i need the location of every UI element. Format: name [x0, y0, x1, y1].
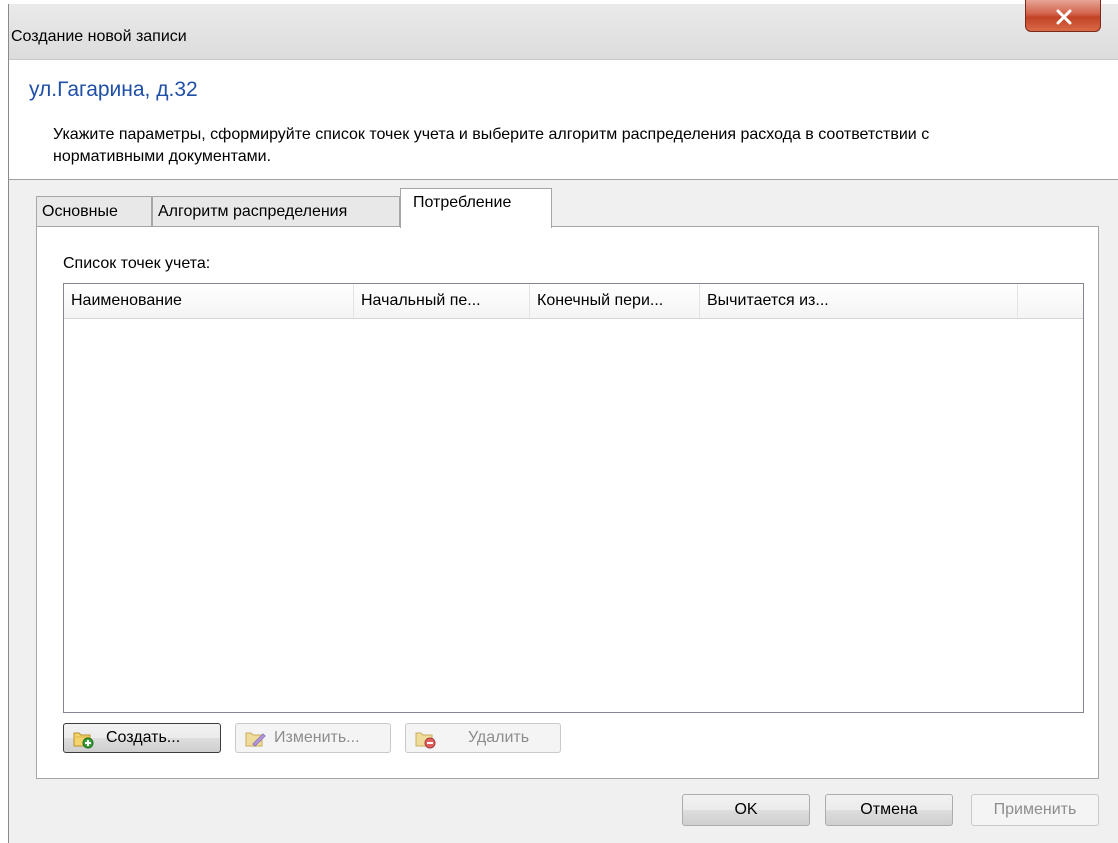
close-button[interactable]: [1025, 0, 1101, 32]
metering-points-label: Список точек учета:: [63, 255, 211, 272]
ok-button[interactable]: OK: [682, 794, 810, 826]
folder-delete-icon: [415, 729, 437, 754]
folder-edit-icon: [245, 729, 267, 754]
title-bar[interactable]: Создание новой записи: [9, 0, 1118, 60]
close-icon: [1056, 9, 1072, 25]
apply-button[interactable]: Применить: [971, 794, 1099, 826]
column-header-start-period[interactable]: Начальный пе...: [354, 284, 530, 318]
delete-button[interactable]: Удалить: [405, 723, 561, 753]
metering-points-grid[interactable]: Наименование Начальный пе... Конечный пе…: [63, 283, 1084, 713]
cancel-button[interactable]: Отмена: [825, 794, 953, 826]
dialog-window: Создание новой записи ул.Гагарина, д.32 …: [8, 0, 1118, 843]
tab-consumption[interactable]: Потребление: [400, 188, 552, 228]
grid-header: Наименование Начальный пе... Конечный пе…: [64, 284, 1083, 319]
edit-button[interactable]: Изменить...: [235, 723, 391, 753]
column-header-filler: [1018, 284, 1083, 318]
window-title: Создание новой записи: [11, 28, 187, 45]
tab-distribution-algorithm[interactable]: Алгоритм распределения: [152, 196, 400, 227]
create-button-label: Создать...: [106, 729, 181, 746]
column-header-name[interactable]: Наименование: [64, 284, 354, 318]
column-header-end-period[interactable]: Конечный пери...: [530, 284, 700, 318]
tab-panel-consumption: Список точек учета: Наименование Начальн…: [36, 226, 1099, 779]
dialog-header: ул.Гагарина, д.32 Укажите параметры, сфо…: [9, 60, 1118, 180]
tab-main[interactable]: Основные: [36, 196, 152, 227]
folder-add-icon: [73, 729, 95, 754]
edit-button-label: Изменить...: [274, 729, 360, 746]
page-title: ул.Гагарина, д.32: [29, 78, 198, 101]
create-button[interactable]: Создать...: [63, 723, 221, 753]
instruction-text: Укажите параметры, сформируйте список то…: [53, 126, 930, 165]
delete-button-label: Удалить: [468, 729, 530, 746]
column-header-subtracted-from[interactable]: Вычитается из...: [700, 284, 1018, 318]
